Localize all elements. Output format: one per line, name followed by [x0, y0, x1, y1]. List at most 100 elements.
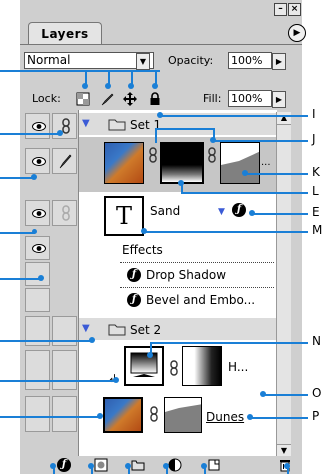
panel-menu-button[interactable]: ▶: [288, 24, 306, 42]
callout-line: [0, 133, 60, 135]
callout-line: [0, 380, 116, 382]
callout-dot: [82, 83, 88, 89]
callout-dot: [260, 391, 266, 397]
scroll-up-icon[interactable]: ▲: [277, 112, 291, 125]
fill-label: Fill:: [203, 92, 222, 105]
callout-dot: [50, 463, 56, 469]
mask-icon[interactable]: [94, 458, 108, 472]
scrollbar[interactable]: ▲ ▼: [276, 112, 291, 457]
layer-thumbnail[interactable]: [104, 142, 144, 184]
empty-cell: [52, 316, 77, 346]
effects-f-icon: ƒ: [127, 268, 141, 282]
vector-mask-shape: [221, 151, 259, 183]
type-T-glyph: T: [116, 202, 133, 230]
folder-icon: [108, 324, 126, 336]
minimize-button[interactable]: –: [274, 3, 287, 16]
empty-cell: [25, 350, 50, 390]
lock-paint-icon[interactable]: [100, 92, 114, 106]
visibility-toggle[interactable]: [25, 200, 50, 226]
effects-f-icon[interactable]: ƒ: [232, 203, 246, 217]
adjustment-layer-name[interactable]: H...: [228, 360, 248, 374]
expand-effects-triangle-icon[interactable]: ▼: [218, 207, 225, 217]
close-button[interactable]: ×: [288, 3, 301, 16]
link-chain-icon[interactable]: [148, 147, 158, 163]
sand-layer-name[interactable]: Sand: [150, 204, 180, 218]
lock-all-icon[interactable]: [148, 92, 162, 106]
chevron-down-icon[interactable]: ▼: [136, 53, 150, 70]
adjustment-mask-thumbnail[interactable]: [182, 346, 222, 386]
folder-icon: [108, 119, 126, 131]
visibility-eye-icon: [32, 157, 46, 166]
opacity-input[interactable]: 100%: [228, 52, 272, 69]
lock-label: Lock:: [32, 92, 61, 105]
brush-toggle[interactable]: [52, 148, 77, 174]
link-chain-icon[interactable]: [207, 147, 217, 163]
callout-line: [213, 128, 215, 142]
empty-cell: [52, 350, 77, 390]
expand-triangle-icon[interactable]: ▼: [82, 323, 90, 334]
empty-cell: [25, 316, 50, 346]
empty-cell: [25, 288, 50, 312]
visibility-eye-icon: [32, 122, 46, 131]
callout-line: [155, 128, 215, 130]
vector-mask-thumbnail[interactable]: [220, 142, 260, 184]
callout-label-O: O: [312, 386, 322, 400]
effect-bevel-emboss[interactable]: Bevel and Embo...: [146, 293, 255, 307]
adjustment-layer-thumbnail[interactable]: [124, 346, 164, 386]
empty-cell: [25, 262, 50, 286]
effect-drop-shadow[interactable]: Drop Shadow: [146, 268, 226, 282]
callout-dot: [247, 414, 253, 420]
new-layer-icon[interactable]: [207, 458, 221, 472]
link-toggle[interactable]: [52, 113, 77, 139]
empty-cell: [25, 396, 50, 432]
dunes-thumbnail[interactable]: [103, 397, 143, 433]
lock-move-icon[interactable]: [123, 92, 137, 106]
visibility-toggle[interactable]: [25, 113, 50, 139]
effects-f-icon: ƒ: [127, 293, 141, 307]
link-chain-icon[interactable]: [149, 406, 159, 422]
effects-label: Effects: [122, 243, 163, 257]
dunes-layer-name[interactable]: Dunes: [206, 410, 244, 424]
brush-icon: [59, 154, 72, 169]
add-effect-icon[interactable]: ƒ: [57, 458, 71, 472]
blend-mode-select[interactable]: Normal: [24, 52, 154, 69]
expand-triangle-icon[interactable]: ▼: [82, 118, 90, 129]
adjustment-layer-icon[interactable]: [168, 458, 182, 472]
link-chain-icon: [62, 205, 70, 221]
callout-dot: [284, 463, 290, 469]
visibility-eye-icon: [32, 244, 46, 253]
callout-line: [0, 232, 35, 234]
type-layer-thumbnail[interactable]: T: [104, 196, 144, 236]
callout-line: [213, 140, 308, 142]
fill-arrow-icon[interactable]: ▶: [272, 91, 286, 108]
set-2-name[interactable]: Set 2: [130, 323, 161, 337]
callout-dot: [125, 463, 131, 469]
visibility-toggle[interactable]: [25, 148, 50, 174]
callout-dot: [128, 83, 134, 89]
link-chain-icon[interactable]: [169, 360, 179, 376]
callout-line: [252, 213, 308, 215]
callout-dot: [31, 174, 37, 180]
lock-transparent-icon[interactable]: [76, 92, 90, 106]
mask-ellipsis: ...: [261, 157, 271, 168]
callout-line: [0, 278, 42, 280]
callout-label-J: J: [312, 132, 316, 146]
callout-line: [250, 417, 308, 419]
dunes-mask-thumbnail[interactable]: [164, 397, 202, 433]
callout-label-P: P: [312, 409, 320, 423]
callout-dot: [163, 463, 169, 469]
link-toggle[interactable]: [52, 200, 77, 226]
new-set-icon[interactable]: [131, 458, 145, 472]
blend-mode-value: Normal: [27, 53, 71, 67]
callout-line: [0, 416, 100, 418]
visibility-toggle[interactable]: [25, 236, 50, 260]
layer-mask-thumbnail[interactable]: [160, 142, 204, 184]
callout-line: [0, 70, 10, 72]
opacity-arrow-icon[interactable]: ▶: [272, 53, 286, 70]
divider: [120, 262, 274, 263]
callout-dot: [113, 377, 119, 383]
tab-layers[interactable]: Layers: [28, 22, 102, 45]
callout-line: [245, 173, 308, 175]
vector-mask-shape: [165, 404, 201, 432]
fill-input[interactable]: 100%: [228, 90, 272, 107]
